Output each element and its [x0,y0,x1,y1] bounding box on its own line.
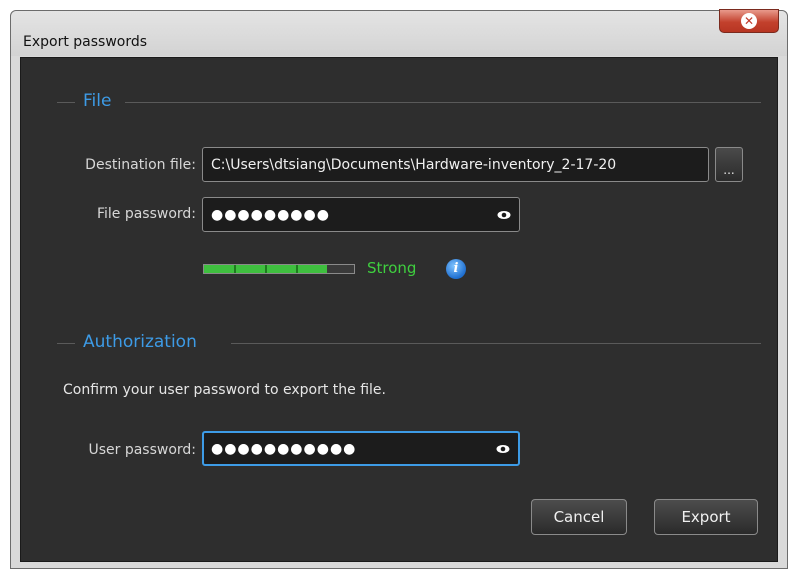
user-password-input[interactable]: ●●●●●●●●●●● [202,431,520,466]
title-bar[interactable]: Export passwords ✕ [11,9,787,56]
eye-icon[interactable] [496,444,510,453]
destination-file-value: C:\Users\dtsiang\Documents\Hardware-inve… [211,156,617,173]
browse-button[interactable]: ... [715,147,743,182]
file-section-title: File [83,91,112,111]
export-button-label: Export [681,508,731,526]
strength-segment-divider [296,265,298,273]
file-password-input[interactable]: ●●●●●●●●● [202,197,520,232]
cancel-button[interactable]: Cancel [531,499,627,535]
password-strength-label: Strong [367,259,417,277]
browse-label: ... [723,163,735,177]
export-button[interactable]: Export [654,499,758,535]
cancel-button-label: Cancel [553,508,605,526]
dialog-body: File Destination file: C:\Users\dtsiang\… [20,57,778,562]
authorization-section-divider-right [231,343,761,344]
authorization-instructions: Confirm your user password to export the… [63,382,386,398]
strength-segment-divider [234,265,236,273]
destination-file-label: Destination file: [85,157,196,173]
authorization-section-title: Authorization [83,332,197,352]
authorization-section-divider-left [57,343,75,344]
file-section-divider-left [57,102,75,103]
destination-file-input[interactable]: C:\Users\dtsiang\Documents\Hardware-inve… [202,147,709,182]
info-icon[interactable]: i [446,259,466,279]
file-password-value: ●●●●●●●●● [211,206,330,223]
user-password-value: ●●●●●●●●●●● [211,440,357,457]
strength-segment-divider [265,265,267,273]
export-passwords-dialog: Export passwords ✕ File Destination file… [10,9,788,569]
password-strength-bar [203,264,355,274]
user-password-label: User password: [88,442,196,458]
eye-icon[interactable] [497,210,511,219]
file-password-label: File password: [96,206,196,222]
close-button[interactable]: ✕ [719,9,779,33]
file-section-divider-right [125,102,761,103]
close-icon: ✕ [741,13,757,29]
window-title: Export passwords [23,34,148,50]
